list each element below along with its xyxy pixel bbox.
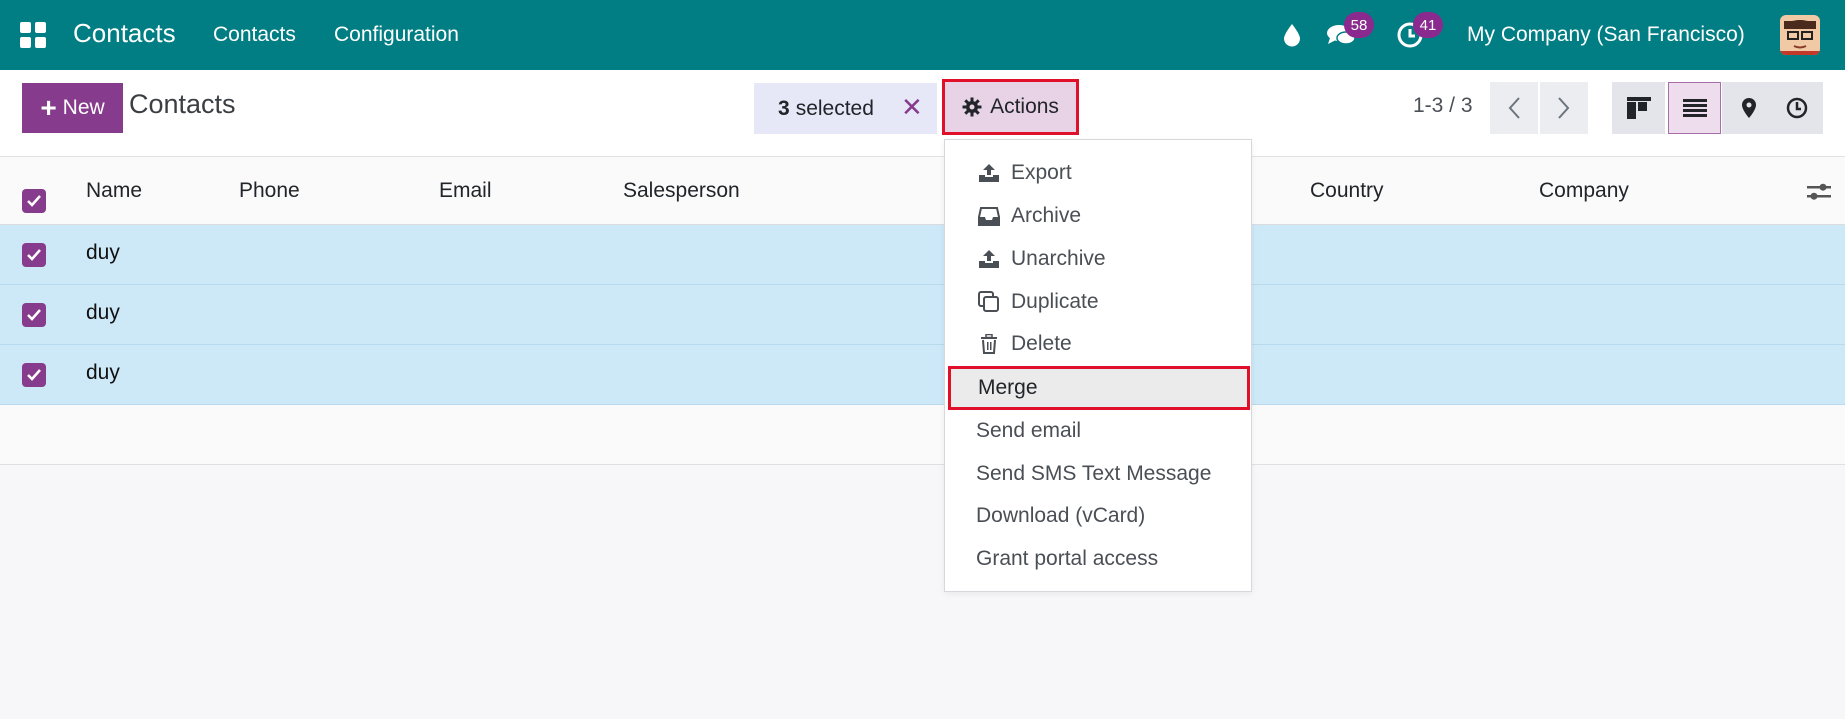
chat-badge: 58	[1344, 12, 1374, 38]
upload-icon	[978, 248, 1000, 270]
actions-button[interactable]: Actions	[942, 79, 1079, 135]
pager-previous-button[interactable]	[1490, 82, 1538, 134]
row-checkbox[interactable]	[22, 243, 46, 267]
row-name[interactable]: duy	[86, 361, 120, 385]
table-row[interactable]: duy	[0, 225, 1845, 285]
optional-columns-icon[interactable]	[1806, 179, 1832, 205]
selection-indicator: 3 selected ✕	[754, 83, 937, 134]
menu-item-download-vcard[interactable]: Download (vCard)	[945, 497, 1251, 535]
gear-icon	[962, 97, 982, 117]
selected-label: selected	[795, 96, 874, 120]
menu-item-unarchive[interactable]: Unarchive	[945, 240, 1251, 278]
company-switcher[interactable]: My Company (San Francisco)	[1467, 23, 1745, 47]
column-name[interactable]: Name	[86, 179, 142, 203]
row-name[interactable]: duy	[86, 301, 120, 325]
row-name[interactable]: duy	[86, 241, 120, 265]
menu-item-export[interactable]: Export	[945, 154, 1251, 192]
table-row[interactable]: duy	[0, 285, 1845, 345]
column-phone[interactable]: Phone	[239, 179, 300, 203]
pager-value[interactable]: 1-3 / 3	[1413, 94, 1473, 118]
app-name[interactable]: Contacts	[73, 18, 176, 49]
clock-icon	[1786, 97, 1807, 119]
new-button[interactable]: + New	[22, 83, 123, 133]
column-company[interactable]: Company	[1539, 179, 1629, 203]
table-row[interactable]: duy	[0, 345, 1845, 405]
menu-item-merge[interactable]: Merge	[948, 366, 1250, 410]
page-title: Contacts	[129, 89, 236, 119]
kanban-icon	[1626, 97, 1651, 119]
menu-contacts[interactable]: Contacts	[213, 23, 296, 47]
menu-item-send-email[interactable]: Send email	[945, 412, 1251, 450]
user-avatar[interactable]	[1780, 15, 1820, 55]
menu-item-delete[interactable]: Delete	[945, 325, 1251, 363]
empty-row	[0, 405, 1845, 465]
check-icon	[27, 309, 41, 321]
kanban-view-button[interactable]	[1612, 82, 1665, 134]
copy-icon	[978, 291, 1000, 313]
row-checkbox[interactable]	[22, 363, 46, 387]
menu-item-archive[interactable]: Archive	[945, 197, 1251, 235]
menu-item-grant-portal-access[interactable]: Grant portal access	[945, 540, 1251, 578]
trash-icon	[978, 333, 1000, 355]
plus-icon: +	[40, 92, 57, 123]
activity-clock-icon[interactable]: 41	[1393, 12, 1443, 52]
menu-item-duplicate[interactable]: Duplicate	[945, 283, 1251, 321]
activity-view-button[interactable]	[1770, 82, 1823, 134]
apps-menu-icon[interactable]	[20, 22, 46, 48]
debug-droplet-icon[interactable]	[1275, 18, 1309, 52]
chat-icon[interactable]: 58	[1324, 12, 1374, 52]
actions-dropdown-menu: Export Archive Unarchive Duplicate Delet…	[944, 139, 1252, 592]
contacts-list: Name Phone Email Salesperson Country Com…	[0, 157, 1845, 465]
table-header: Name Phone Email Salesperson Country Com…	[0, 157, 1845, 225]
check-icon	[27, 369, 41, 381]
list-view-button[interactable]	[1668, 82, 1721, 134]
chevron-left-icon	[1508, 97, 1520, 119]
chevron-right-icon	[1558, 97, 1570, 119]
activity-badge: 41	[1413, 12, 1443, 38]
row-checkbox[interactable]	[22, 303, 46, 327]
list-icon	[1682, 99, 1707, 117]
top-navbar: Contacts Contacts Configuration 58 41 My…	[0, 0, 1845, 70]
select-all-checkbox[interactable]	[22, 189, 46, 213]
map-view-button[interactable]	[1722, 82, 1775, 134]
clear-selection-icon[interactable]: ✕	[901, 94, 923, 120]
check-icon	[27, 195, 41, 207]
check-icon	[27, 249, 41, 261]
column-country[interactable]: Country	[1310, 179, 1384, 203]
menu-item-send-sms[interactable]: Send SMS Text Message	[945, 455, 1251, 493]
pager-next-button[interactable]	[1540, 82, 1588, 134]
selected-count: 3	[778, 96, 790, 120]
map-pin-icon	[1741, 98, 1756, 118]
inbox-icon	[978, 205, 1000, 227]
upload-icon	[978, 162, 1000, 184]
column-salesperson[interactable]: Salesperson	[623, 179, 740, 203]
column-email[interactable]: Email	[439, 179, 492, 203]
menu-configuration[interactable]: Configuration	[334, 23, 459, 47]
control-panel: + New Contacts 3 selected ✕ Actions 1-3 …	[0, 70, 1845, 157]
